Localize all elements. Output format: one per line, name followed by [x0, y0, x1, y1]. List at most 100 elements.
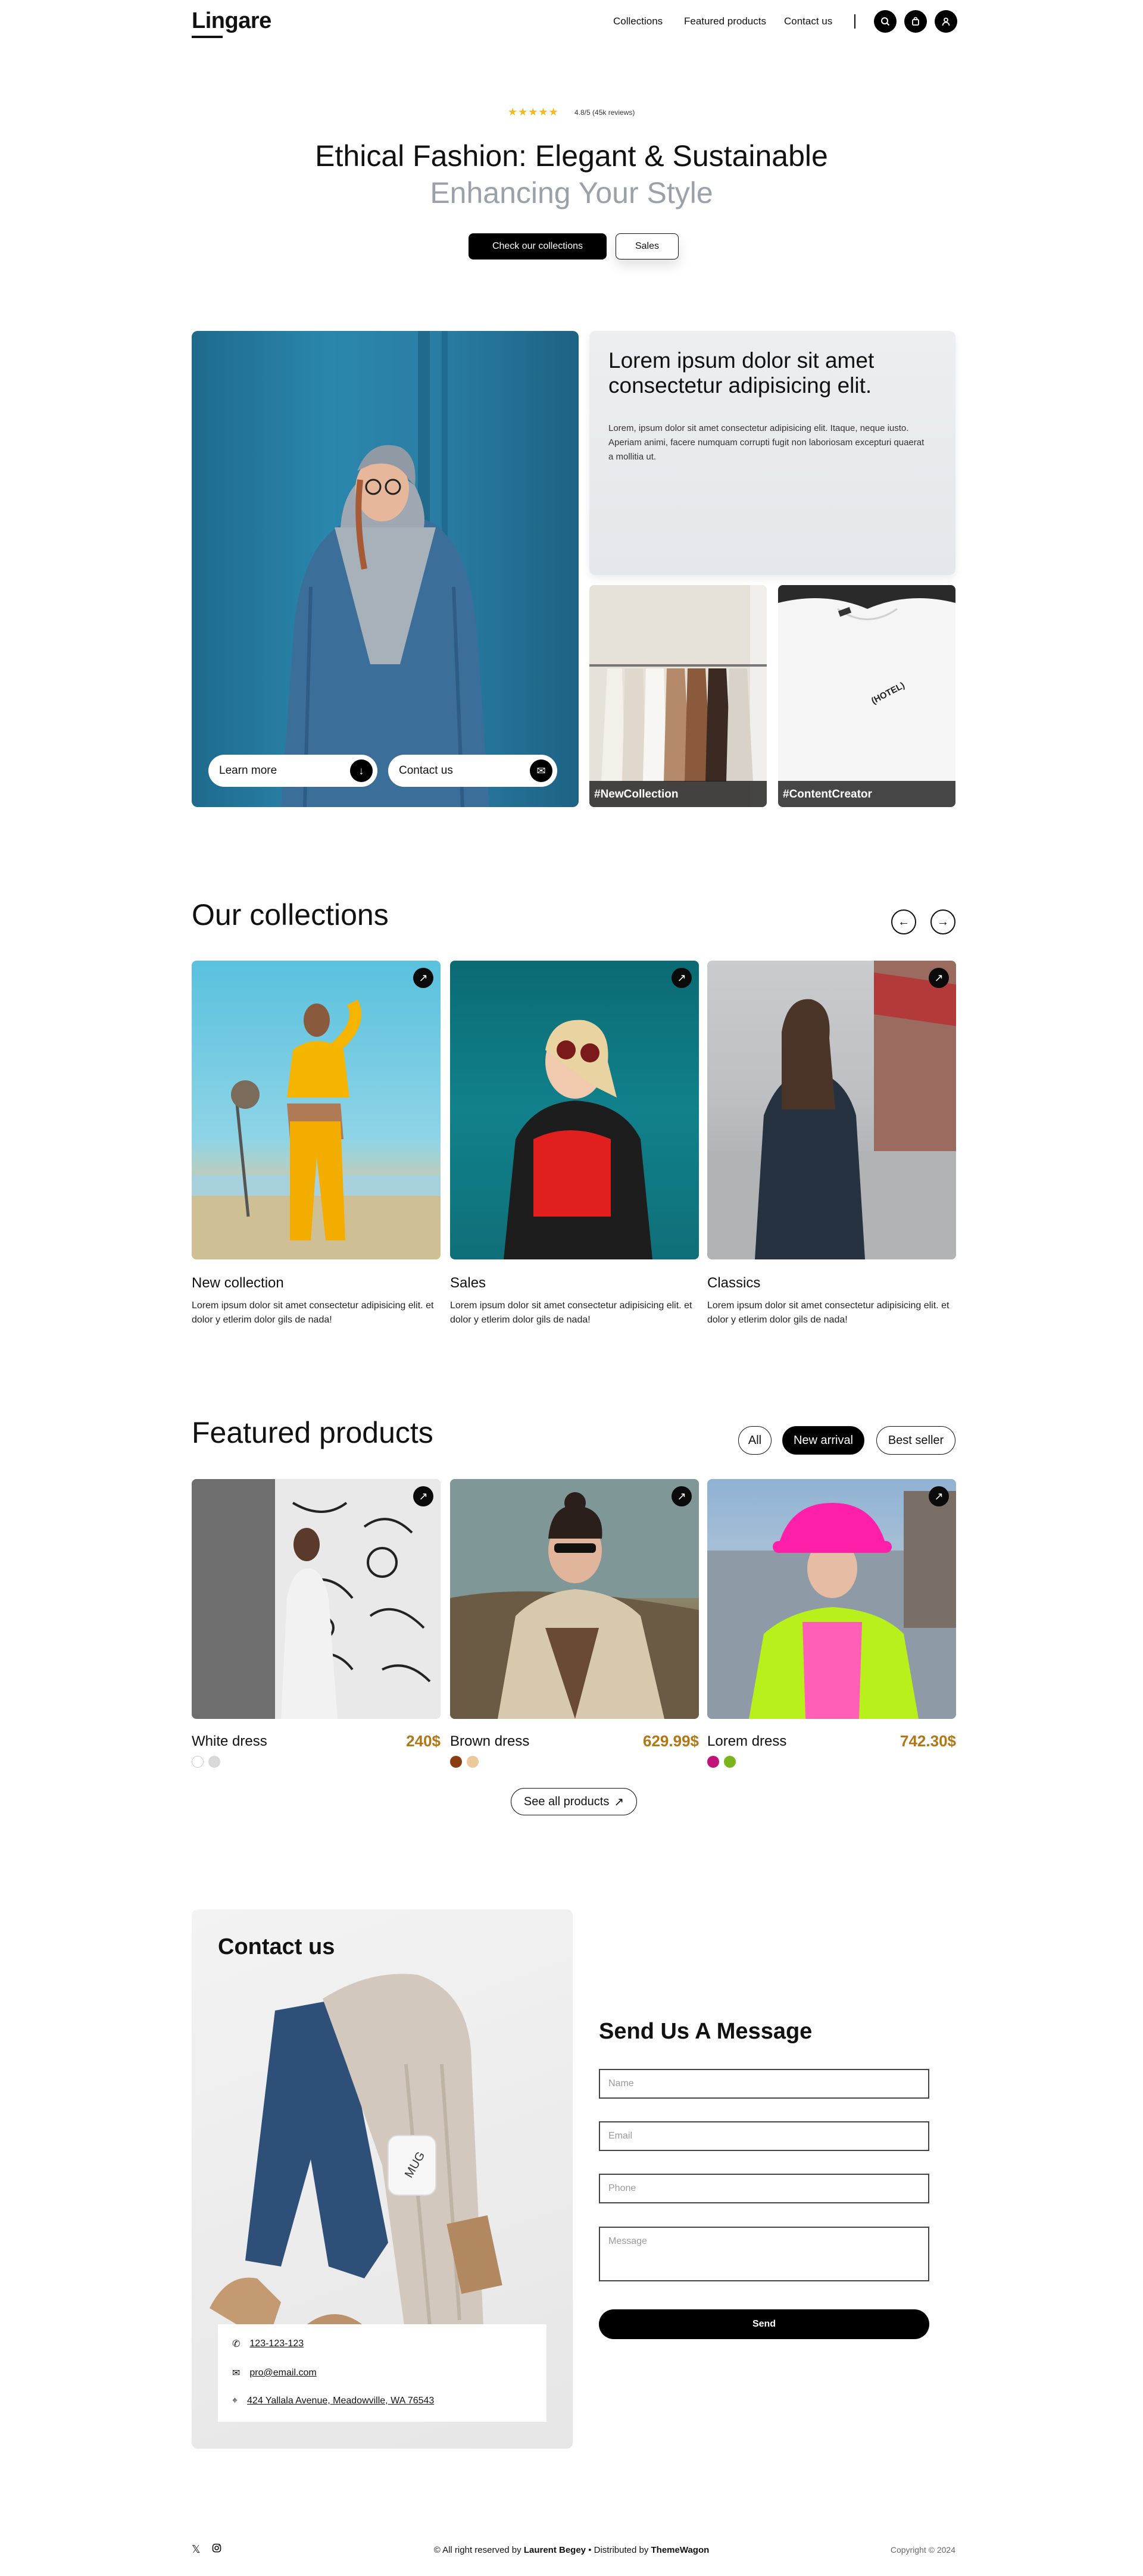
rating-stars: ★★★★★	[508, 106, 559, 118]
product-image-lorem-dress[interactable]: ↗	[707, 1479, 956, 1719]
yellow-outfit-illustration	[192, 999, 441, 1259]
contact-phone[interactable]: 123-123-123	[249, 2339, 304, 2349]
swatch-magenta[interactable]	[707, 1756, 719, 1768]
tile-label-content-creator: #ContentCreator	[778, 781, 955, 807]
nav-collections[interactable]: Collections	[613, 15, 663, 27]
account-button[interactable]	[935, 10, 957, 33]
contact-address[interactable]: 424 Yallala Avenue, Meadowville, WA 7654…	[247, 2396, 434, 2406]
swatch-white[interactable]	[192, 1756, 204, 1768]
filter-new-arrival[interactable]: New arrival	[782, 1426, 864, 1455]
sales-button[interactable]: Sales	[616, 233, 679, 260]
product-price-lorem-dress: 742.30$	[900, 1732, 956, 1750]
filter-best-seller[interactable]: Best seller	[876, 1426, 955, 1455]
arrow-up-right-icon[interactable]: ↗	[413, 1486, 433, 1506]
contact-email[interactable]: pro@email.com	[249, 2368, 316, 2378]
arrow-up-right-icon[interactable]: ↗	[929, 1486, 949, 1506]
collection-desc-classics: Lorem ipsum dolor sit amet consectetur a…	[707, 1300, 950, 1325]
tile-content-creator[interactable]: (HOTEL) #ContentCreator	[778, 585, 955, 807]
bag-icon	[912, 17, 919, 26]
collections-title: Our collections	[192, 898, 389, 931]
info-card-body: Lorem, ipsum dolor sit amet consectetur …	[608, 423, 925, 462]
footer-middle: • Distributed by	[586, 2545, 651, 2555]
arrow-up-right-icon[interactable]: ↗	[672, 968, 692, 988]
neon-jacket-illustration	[707, 1491, 956, 1719]
collection-image-classics[interactable]: ↗	[707, 961, 956, 1259]
hero-title: Ethical Fashion: Elegant & Sustainable	[315, 139, 828, 173]
product-name-brown-dress[interactable]: Brown dress	[450, 1733, 529, 1750]
clothes-rack-illustration	[589, 585, 767, 807]
logo[interactable]: Lingare	[192, 8, 271, 34]
collection-title-classics[interactable]: Classics	[707, 1275, 760, 1292]
product-price-white-dress: 240$	[406, 1732, 441, 1750]
swatch-green[interactable]	[724, 1756, 736, 1768]
form-title: Send Us A Message	[599, 2019, 813, 2044]
message-field[interactable]: Message	[599, 2227, 929, 2281]
collection-image-sales[interactable]: ↗	[450, 961, 699, 1259]
collections-next-button[interactable]: →	[930, 909, 955, 934]
logo-underline	[192, 36, 223, 38]
collection-desc-new: Lorem ipsum dolor sit amet consectetur a…	[192, 1300, 434, 1325]
collection-title-sales[interactable]: Sales	[450, 1275, 486, 1292]
hero-illustration	[281, 331, 489, 807]
contact-phone-row[interactable]: ✆ 123-123-123	[232, 2338, 304, 2350]
arrow-left-icon: ←	[898, 915, 910, 929]
hero-image	[192, 331, 579, 807]
arrow-up-right-icon[interactable]: ↗	[929, 968, 949, 988]
tile-new-collection[interactable]: #NewCollection	[589, 585, 767, 807]
location-pin-icon: ⌖	[232, 2396, 238, 2406]
brown-coat-illustration	[450, 1479, 699, 1719]
collections-prev-button[interactable]: ←	[891, 909, 916, 934]
contact-us-label: Contact us	[399, 764, 453, 777]
footer-credits: © All right reserved by Laurent Begey • …	[0, 2545, 1143, 2555]
name-field[interactable]: Name	[599, 2069, 929, 2099]
footer-author-link[interactable]: Laurent Begey	[524, 2545, 586, 2555]
contact-title: Contact us	[218, 1934, 335, 1959]
collection-image-new[interactable]: ↗	[192, 961, 441, 1259]
product-price-brown-dress: 629.99$	[643, 1732, 699, 1750]
info-card-title: Lorem ipsum dolor sit amet consectetur a…	[608, 348, 875, 398]
footer-prefix: © All right reserved by	[433, 2545, 524, 2555]
swatch-brown[interactable]	[450, 1756, 462, 1768]
swatch-beige[interactable]	[467, 1756, 479, 1768]
learn-more-button[interactable]: Learn more ↓	[208, 755, 377, 787]
contact-address-row[interactable]: ⌖ 424 Yallala Avenue, Meadowville, WA 76…	[232, 2396, 434, 2406]
mail-icon: ✉	[232, 2368, 241, 2378]
mail-icon: ✉	[530, 759, 552, 782]
arrow-right-icon: →	[937, 915, 949, 929]
tshirt-illustration: (HOTEL)	[778, 585, 955, 807]
hero-subtitle: Enhancing Your Style	[430, 176, 713, 210]
collection-title-new[interactable]: New collection	[192, 1275, 284, 1292]
search-button[interactable]	[874, 10, 897, 33]
arrow-up-right-icon[interactable]: ↗	[672, 1486, 692, 1506]
swatch-light-gray[interactable]	[208, 1756, 220, 1768]
send-button[interactable]: Send	[599, 2309, 929, 2339]
featured-title: Featured products	[192, 1416, 433, 1449]
nav-contact-us[interactable]: Contact us	[784, 15, 832, 27]
contact-email-row[interactable]: ✉ pro@email.com	[232, 2367, 317, 2379]
arrow-up-right-icon: ↗	[614, 1795, 624, 1809]
contact-us-button[interactable]: Contact us ✉	[388, 755, 557, 787]
learn-more-label: Learn more	[219, 764, 277, 777]
phone-field[interactable]: Phone	[599, 2174, 929, 2203]
arrow-up-right-icon[interactable]: ↗	[413, 968, 433, 988]
footer-copyright: Copyright © 2024	[890, 2545, 955, 2555]
footer-distributor-link[interactable]: ThemeWagon	[651, 2545, 710, 2555]
product-name-white-dress[interactable]: White dress	[192, 1733, 267, 1750]
check-collections-button[interactable]: Check our collections	[469, 233, 607, 260]
email-field[interactable]: Email	[599, 2121, 929, 2151]
collection-desc-sales: Lorem ipsum dolor sit amet consectetur a…	[450, 1300, 692, 1325]
product-name-lorem-dress[interactable]: Lorem dress	[707, 1733, 786, 1750]
street-coat-illustration	[707, 961, 956, 1259]
see-all-label: See all products	[523, 1795, 610, 1808]
product-image-brown-dress[interactable]: ↗	[450, 1479, 699, 1719]
nav-separator	[854, 14, 855, 29]
rating-text: 4.8/5 (45k reviews)	[574, 108, 635, 117]
cart-button[interactable]	[904, 10, 927, 33]
user-icon	[942, 17, 950, 26]
filter-all[interactable]: All	[738, 1426, 772, 1455]
nav-featured-products[interactable]: Featured products	[684, 15, 766, 27]
product-image-white-dress[interactable]: ↗	[192, 1479, 441, 1719]
see-all-products-button[interactable]: See all products ↗	[511, 1788, 637, 1815]
phone-icon: ✆	[232, 2339, 241, 2349]
search-icon	[881, 17, 890, 26]
